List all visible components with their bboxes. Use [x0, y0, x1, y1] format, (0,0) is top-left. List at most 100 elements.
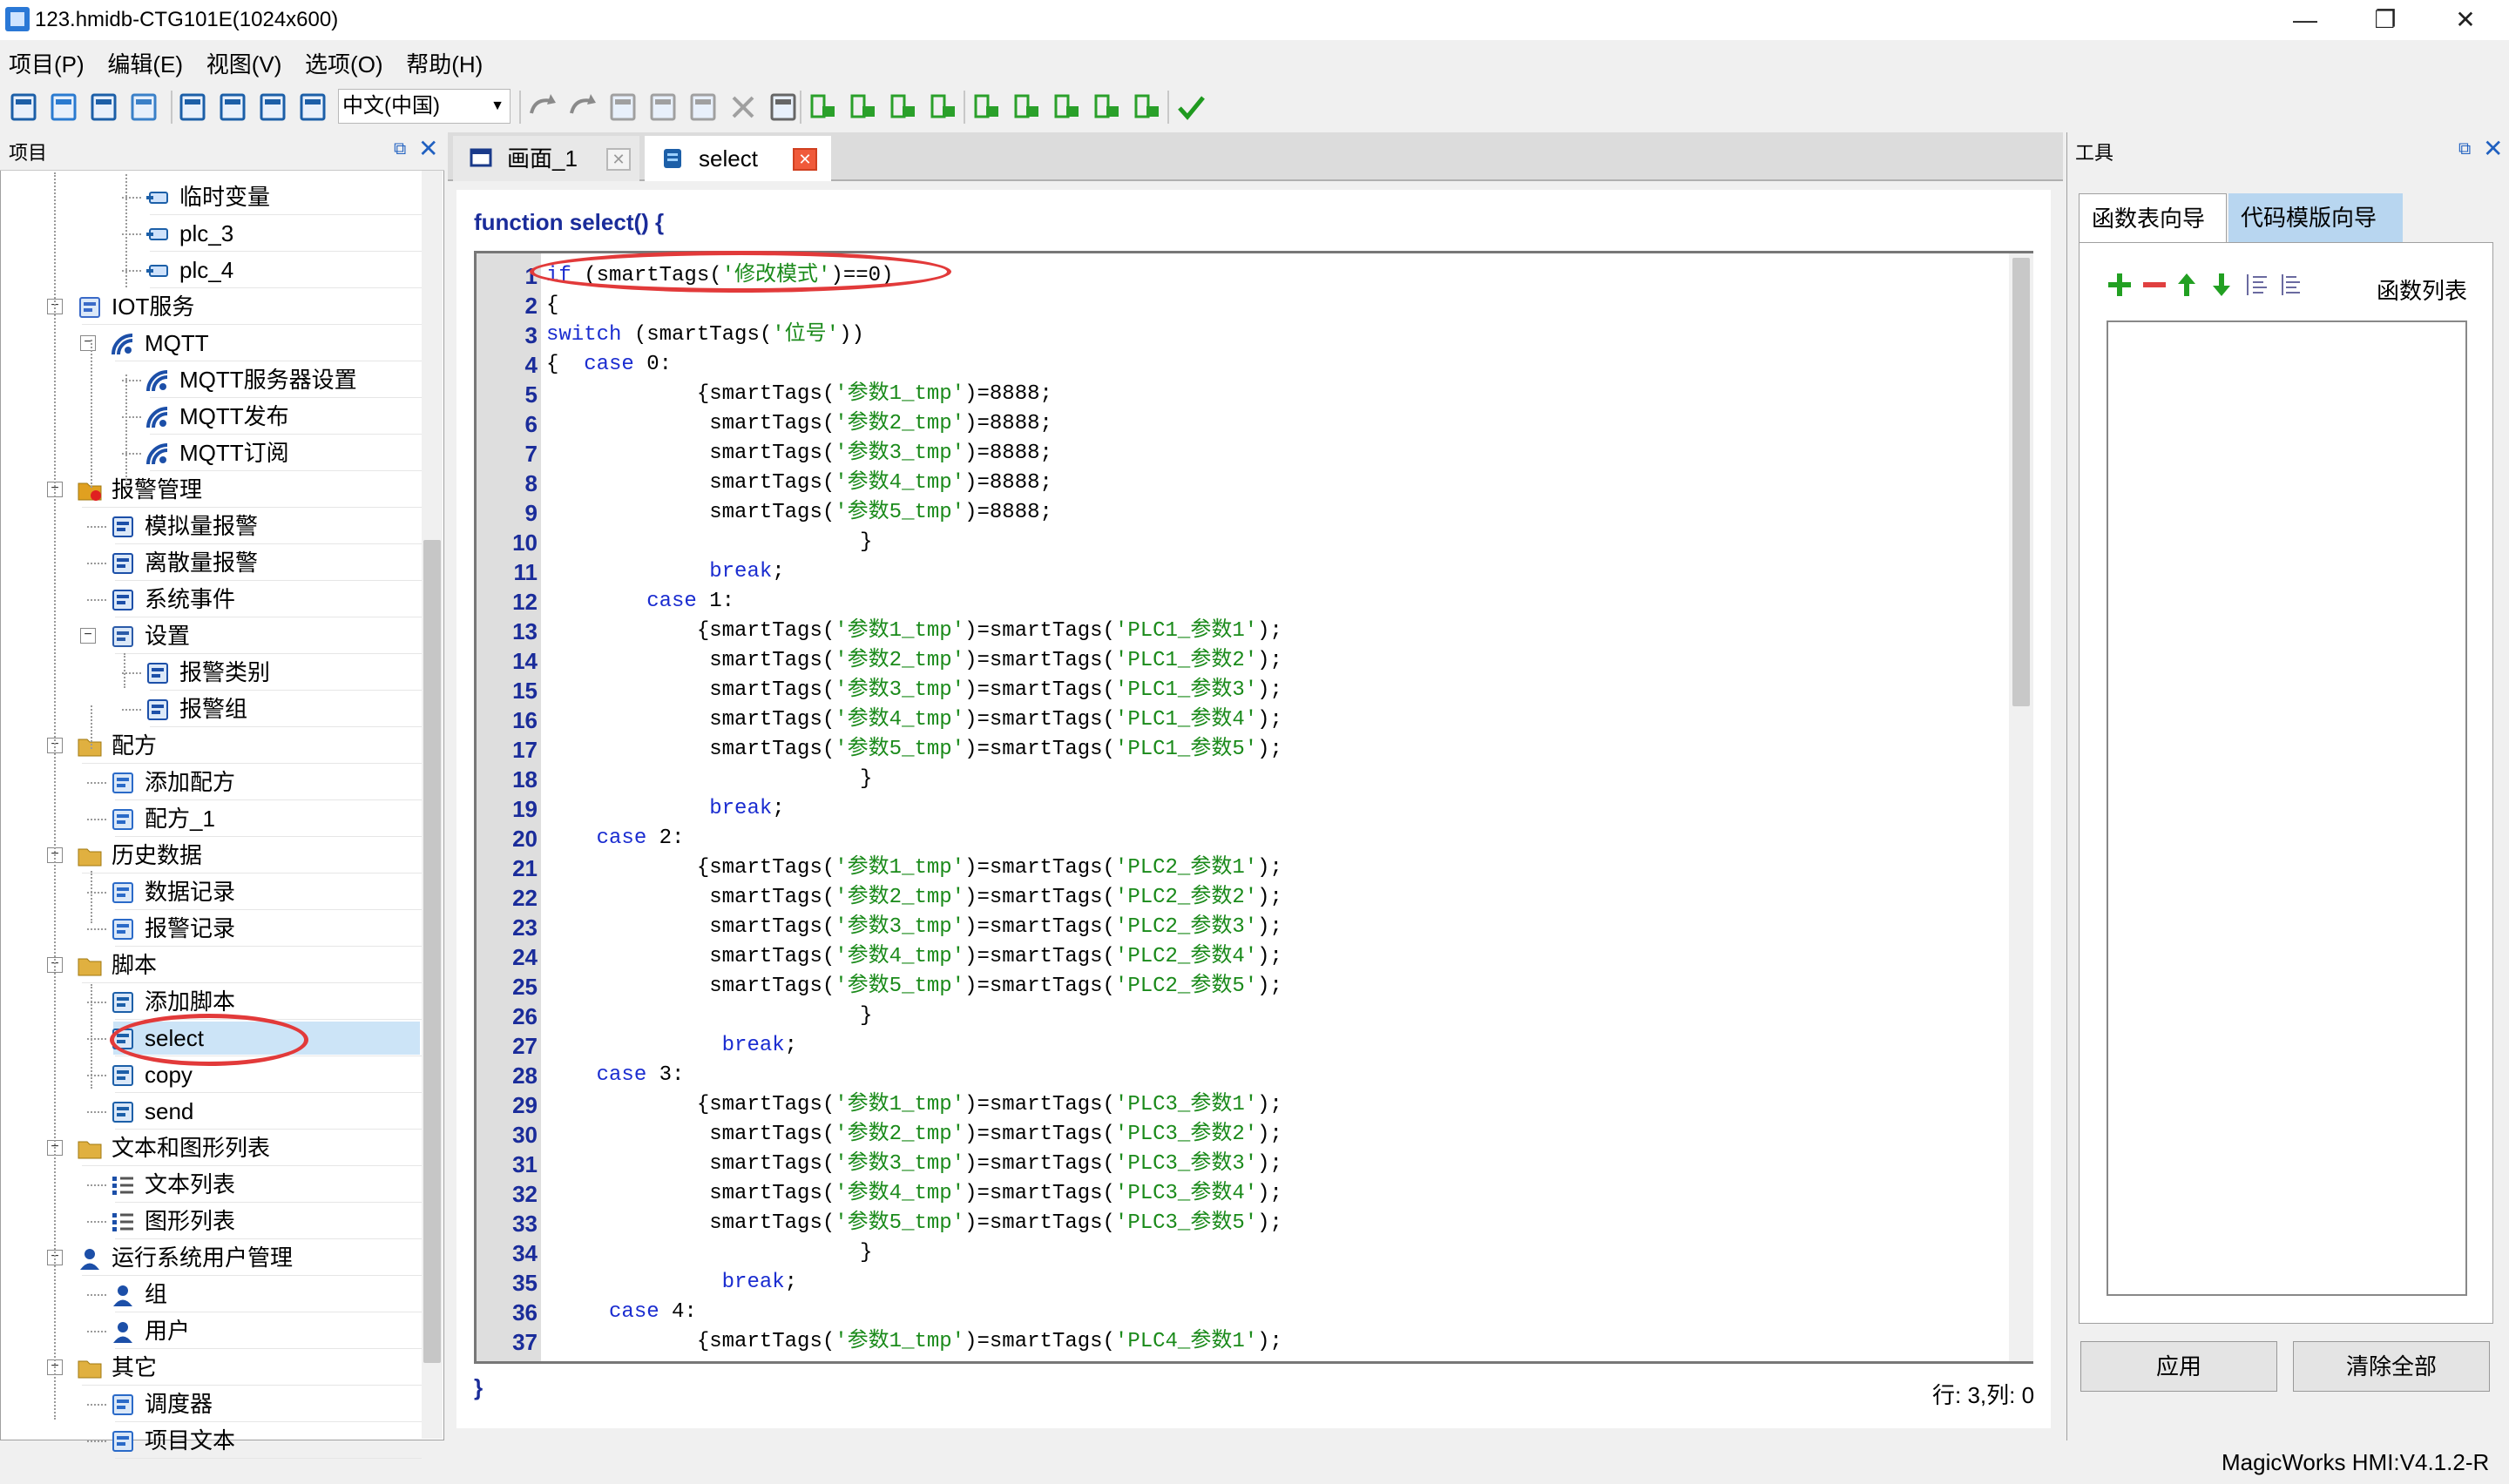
code-scrollbar-thumb[interactable]	[2012, 258, 2030, 706]
clear-all-button[interactable]: 清除全部	[2293, 1341, 2490, 1392]
find-icon[interactable]	[767, 91, 800, 124]
apply-button[interactable]: 应用	[2080, 1341, 2277, 1392]
tree-item[interactable]: − 其它	[0, 1350, 422, 1385]
tree-item[interactable]: plc_4	[0, 253, 422, 287]
tab-select[interactable]: select ✕	[645, 136, 831, 181]
tree-item[interactable]: − 脚本	[0, 948, 422, 982]
menu-options[interactable]: 选项(O)	[296, 47, 392, 82]
uncomment-icon[interactable]	[1091, 91, 1124, 124]
line-number: 29	[512, 1092, 538, 1118]
copy-icon[interactable]	[646, 91, 680, 124]
tree-item[interactable]: 报警记录	[0, 911, 422, 946]
tree-item[interactable]: 添加配方	[0, 765, 422, 799]
tree-item[interactable]: 临时变量	[0, 179, 422, 214]
tree-item[interactable]: MQTT订阅	[0, 435, 422, 470]
menu-project[interactable]: 项目(P)	[0, 47, 93, 82]
tree-item[interactable]: 图形列表	[0, 1204, 422, 1238]
tree-item[interactable]: 文本列表	[0, 1167, 422, 1202]
save-icon[interactable]	[87, 91, 120, 124]
outdent-icon[interactable]	[1011, 91, 1044, 124]
language-select[interactable]: 中文(中国) ▼	[338, 89, 511, 124]
tab-function-wizard[interactable]: 函数表向导	[2079, 193, 2227, 242]
tab-close-icon[interactable]: ✕	[793, 148, 817, 171]
sv-icon[interactable]	[887, 91, 920, 124]
toolbar-separator	[800, 91, 801, 124]
tree-item[interactable]: − IOT服务	[0, 289, 422, 324]
tree-item[interactable]: 报警组	[0, 691, 422, 726]
close-button[interactable]: ✕	[2425, 0, 2506, 40]
line-number: 22	[512, 885, 538, 911]
tree-item[interactable]: 数据记录	[0, 874, 422, 909]
indent-list-icon[interactable]	[2244, 272, 2269, 298]
transfer-icon[interactable]	[296, 91, 329, 124]
line-number: 31	[512, 1151, 538, 1177]
collapse-icon[interactable]: −	[80, 335, 96, 351]
cut-icon[interactable]	[606, 91, 639, 124]
menu-view[interactable]: 视图(V)	[198, 47, 291, 82]
menu-help[interactable]: 帮助(H)	[397, 47, 491, 82]
grid-icon[interactable]	[176, 91, 209, 124]
indent-icon[interactable]	[970, 91, 1004, 124]
tree-item[interactable]: − MQTT	[0, 326, 422, 361]
move-down-icon[interactable]	[1131, 91, 1164, 124]
tree-item[interactable]: plc_3	[0, 216, 422, 251]
move-down-icon[interactable]	[2211, 272, 2232, 298]
tree-item[interactable]: 离散量报警	[0, 545, 422, 580]
paste-icon[interactable]	[686, 91, 720, 124]
tree-item[interactable]: 配方_1	[0, 801, 422, 836]
tab-screen-1[interactable]: 画面_1 ✕	[453, 136, 639, 181]
code-text: break;	[721, 1034, 798, 1057]
tree-item[interactable]: − 报警管理	[0, 472, 422, 507]
redo-icon[interactable]	[566, 91, 599, 124]
collapse-icon[interactable]: −	[80, 628, 96, 644]
tab-template-wizard[interactable]: 代码模版向导	[2228, 193, 2403, 242]
tree-item[interactable]: 调度器	[0, 1386, 422, 1421]
outdent-list-icon[interactable]	[2279, 272, 2303, 298]
folder-icon	[77, 953, 103, 977]
tree-item-label: 运行系统用户管理	[112, 1245, 294, 1271]
tree-connector	[87, 1294, 106, 1296]
tree-item[interactable]: MQTT服务器设置	[0, 362, 422, 397]
tree-item[interactable]: 系统事件	[0, 582, 422, 617]
download-icon[interactable]	[216, 91, 249, 124]
insert-icon[interactable]	[807, 91, 840, 124]
function-icon[interactable]	[847, 91, 880, 124]
pin-icon[interactable]: ⧉	[2458, 139, 2471, 159]
comment-icon[interactable]	[1051, 91, 1084, 124]
toolbar-separator	[1167, 91, 1169, 124]
check-icon[interactable]	[1174, 91, 1207, 124]
open-icon[interactable]	[47, 91, 80, 124]
tree-item[interactable]: 模拟量报警	[0, 509, 422, 543]
tree-item[interactable]: − 运行系统用户管理	[0, 1240, 422, 1275]
tree-item[interactable]: 用户	[0, 1313, 422, 1348]
add-icon[interactable]	[2107, 272, 2133, 298]
tree-item[interactable]: − 配方	[0, 728, 422, 763]
minimize-button[interactable]: —	[2265, 0, 2345, 40]
close-icon[interactable]: ✕	[2483, 134, 2503, 163]
move-up-icon[interactable]	[2176, 272, 2197, 298]
tree-item[interactable]: − 历史数据	[0, 838, 422, 873]
tree-item[interactable]: 项目文本	[0, 1423, 422, 1458]
upload-icon[interactable]	[256, 91, 289, 124]
tree-item[interactable]: − 文本和图形列表	[0, 1130, 422, 1165]
pin-icon[interactable]: ⧉	[394, 139, 406, 159]
window-title: 123.hmidb-CTG101E(1024x600)	[35, 8, 339, 31]
function-list[interactable]	[2107, 320, 2467, 1296]
close-icon[interactable]: ✕	[418, 134, 438, 163]
delete-icon[interactable]	[727, 91, 760, 124]
tree-item[interactable]: − 设置	[0, 618, 422, 653]
tree-item[interactable]: 组	[0, 1277, 422, 1312]
restore-button[interactable]: ❐	[2345, 0, 2425, 40]
tree-item[interactable]: send	[0, 1094, 422, 1129]
code-line: 19 break;	[477, 794, 785, 824]
sf-icon[interactable]	[927, 91, 960, 124]
menu-edit[interactable]: 编辑(E)	[98, 47, 192, 82]
tree-item[interactable]: 报警类别	[0, 655, 422, 690]
new-icon[interactable]	[7, 91, 40, 124]
tree-item[interactable]: MQTT发布	[0, 399, 422, 434]
remove-icon[interactable]	[2141, 272, 2167, 298]
project-scrollbar-thumb[interactable]	[423, 540, 441, 1363]
save-as-icon[interactable]	[127, 91, 160, 124]
undo-icon[interactable]	[526, 91, 559, 124]
tab-close-icon[interactable]: ✕	[606, 148, 631, 171]
